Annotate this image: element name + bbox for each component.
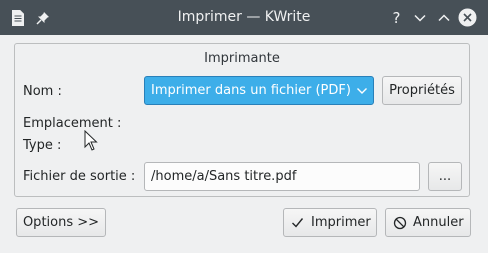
title-bar: Imprimer — KWrite ? bbox=[0, 0, 488, 35]
output-file-input[interactable]: /home/a/Sans titre.pdf bbox=[144, 162, 420, 191]
help-icon: ? bbox=[392, 8, 401, 27]
output-file-value: /home/a/Sans titre.pdf bbox=[151, 169, 297, 184]
location-label: Emplacement : bbox=[23, 116, 122, 131]
type-label: Type : bbox=[23, 138, 62, 153]
properties-button-label: Propriétés bbox=[389, 83, 455, 98]
help-button[interactable]: ? bbox=[387, 8, 406, 27]
check-icon bbox=[292, 218, 304, 228]
chevron-down-icon bbox=[357, 88, 367, 94]
options-button[interactable]: Options >> bbox=[16, 208, 106, 237]
chevron-down-icon bbox=[413, 14, 426, 22]
properties-button[interactable]: Propriétés bbox=[382, 76, 462, 105]
mouse-cursor-icon bbox=[84, 130, 98, 151]
output-file-label: Fichier de sortie : bbox=[23, 169, 136, 184]
cancel-icon bbox=[393, 216, 407, 229]
chevron-up-icon bbox=[437, 13, 450, 21]
browse-button[interactable]: ... bbox=[428, 162, 462, 191]
group-title: Imprimante bbox=[204, 51, 280, 66]
print-button[interactable]: Imprimer bbox=[283, 208, 377, 237]
close-button[interactable] bbox=[458, 8, 477, 27]
cancel-button-label: Annuler bbox=[413, 215, 464, 230]
print-button-label: Imprimer bbox=[311, 215, 371, 230]
options-button-label: Options >> bbox=[22, 215, 100, 230]
browse-button-label: ... bbox=[438, 169, 452, 184]
maximize-button[interactable] bbox=[434, 8, 453, 27]
minimize-button[interactable] bbox=[410, 8, 429, 27]
printer-select-value: Imprimer dans un fichier (PDF) bbox=[151, 83, 351, 98]
name-label: Nom : bbox=[23, 84, 62, 99]
printer-select[interactable]: Imprimer dans un fichier (PDF) bbox=[144, 76, 374, 105]
close-icon bbox=[458, 8, 477, 27]
cancel-button[interactable]: Annuler bbox=[385, 208, 471, 237]
